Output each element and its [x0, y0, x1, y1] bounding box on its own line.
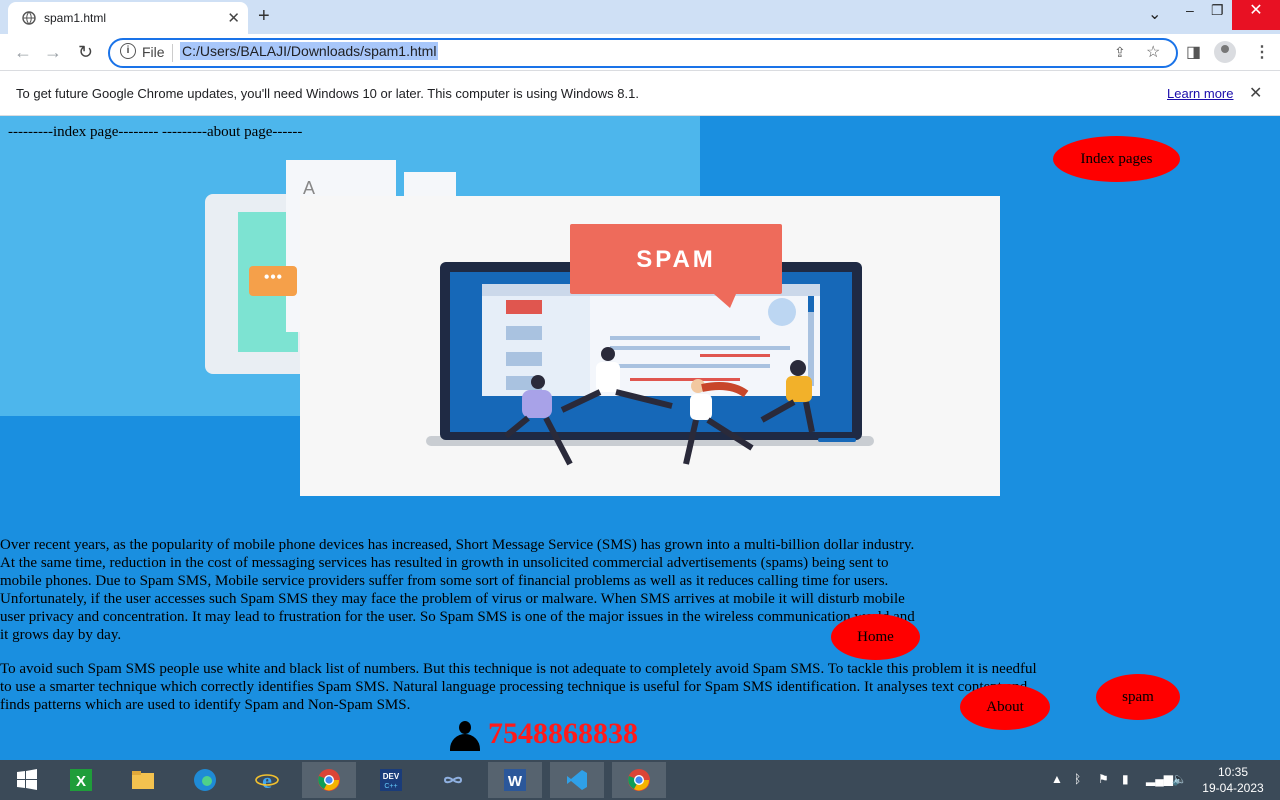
phone-number: 7548868838 [488, 717, 638, 750]
dev-cpp-icon: DEV C++ [380, 769, 402, 791]
nav-text[interactable]: ---------index page-------- ---------abo… [8, 124, 302, 141]
chat-bubble-icon: ••• [249, 266, 297, 296]
globe-icon [22, 11, 36, 25]
share-icon[interactable]: ⇪ [1114, 44, 1126, 61]
signal-icon[interactable]: ▂▄▆ [1146, 772, 1173, 786]
word-app-icon: W [504, 769, 526, 791]
infobar-message: To get future Google Chrome updates, you… [16, 86, 639, 101]
file-scheme-label: File [142, 44, 165, 60]
taskbar-internet-explorer[interactable]: e [240, 762, 294, 798]
taskbar-word[interactable]: W [488, 762, 542, 798]
tab-title: spam1.html [44, 11, 107, 25]
start-button[interactable] [0, 762, 54, 798]
browser-tab[interactable]: spam1.html ✕ [8, 2, 248, 34]
person-icon-body [450, 734, 480, 751]
profile-avatar-icon[interactable] [1214, 41, 1236, 63]
back-arrow-icon[interactable]: ← [14, 42, 32, 63]
volume-icon[interactable]: 🔈 [1172, 772, 1187, 786]
infinity-icon [443, 776, 463, 784]
edge-browser-icon [194, 769, 216, 791]
forward-arrow-icon[interactable]: → [44, 42, 62, 63]
update-infobar: To get future Google Chrome updates, you… [0, 71, 1280, 116]
power-icon[interactable]: ▮ [1122, 772, 1129, 786]
svg-text:C++: C++ [384, 783, 397, 790]
restore-button[interactable]: ❐ [1211, 2, 1224, 32]
learn-more-link[interactable]: Learn more [1167, 86, 1233, 101]
close-window-button[interactable]: ✕ [1232, 0, 1280, 30]
spam-button[interactable]: spam [1096, 674, 1180, 720]
url-text[interactable]: C:/Users/BALAJI/Downloads/spam1.html [180, 42, 439, 60]
svg-text:e: e [262, 768, 272, 792]
taskbar-arduino[interactable] [426, 762, 480, 798]
bookmark-star-icon[interactable]: ☆ [1146, 42, 1160, 62]
taskbar-devcpp[interactable]: DEV C++ [364, 762, 418, 798]
windows-taskbar: X e DEV C++ W ▲ ᛒ ⚑ ▮ ▂▄▆ 🔈 10:35 19-04-2… [0, 760, 1280, 800]
infobar-close-icon[interactable]: ✕ [1249, 83, 1262, 103]
windows-logo-icon [17, 769, 37, 790]
site-info-icon[interactable]: i [120, 43, 136, 59]
person-icon [459, 721, 471, 734]
page-content: ••• A ---------index page-------- ------… [0, 116, 1280, 760]
bluetooth-icon[interactable]: ᛒ [1074, 772, 1081, 786]
spam-banner-label: SPAM [636, 246, 716, 273]
ie-browser-icon: e [255, 768, 279, 792]
browser-toolbar: ← → ↻ i File C:/Users/BALAJI/Downloads/s… [0, 34, 1280, 71]
flag-icon[interactable]: ⚑ [1098, 772, 1109, 786]
clock-time: 10:35 [1217, 765, 1249, 779]
chrome-icon-2 [628, 769, 650, 791]
side-panel-icon[interactable]: ◨ [1186, 42, 1201, 62]
about-button[interactable]: About [960, 684, 1050, 730]
svg-text:W: W [508, 773, 523, 790]
clock-date: 19-04-2023 [1202, 781, 1264, 795]
chrome-icon [318, 769, 340, 791]
paragraph-solution: To avoid such Spam SMS people use white … [0, 661, 1037, 713]
taskbar-excel[interactable]: X [54, 762, 108, 798]
spam-illustration: SPAM [300, 196, 1000, 496]
new-tab-button[interactable]: + [258, 5, 270, 28]
taskbar-chrome-2[interactable] [612, 762, 666, 798]
reload-icon[interactable]: ↻ [78, 42, 93, 63]
minimize-button[interactable]: – [1186, 2, 1194, 32]
omnibox-divider [172, 44, 173, 62]
vscode-icon [567, 770, 587, 790]
taskbar-edge[interactable] [178, 762, 232, 798]
tab-close-icon[interactable]: ✕ [227, 9, 240, 27]
tab-strip: spam1.html ✕ + ⌄ – ❐ ✕ [0, 0, 1280, 34]
tab-search-chevron-icon[interactable]: ⌄ [1148, 4, 1161, 34]
spam-laptop-graphic [426, 224, 874, 466]
address-bar[interactable]: i File C:/Users/BALAJI/Downloads/spam1.h… [108, 38, 1178, 68]
svg-text:X: X [76, 773, 86, 790]
taskbar-chrome[interactable] [302, 762, 356, 798]
system-clock[interactable]: 10:35 19-04-2023 [1200, 764, 1266, 796]
taskbar-file-explorer[interactable] [116, 762, 170, 798]
tray-chevron-icon[interactable]: ▲ [1051, 772, 1063, 786]
paragraph-intro: Over recent years, as the popularity of … [0, 537, 915, 643]
home-button[interactable]: Home [831, 614, 920, 660]
index-pages-button[interactable]: Index pages [1053, 136, 1180, 182]
taskbar-vscode[interactable] [550, 762, 604, 798]
spreadsheet-app-icon: X [70, 769, 92, 791]
svg-text:DEV: DEV [383, 772, 400, 781]
folder-icon [132, 771, 154, 789]
menu-kebab-icon[interactable]: ⋮ [1254, 42, 1270, 62]
